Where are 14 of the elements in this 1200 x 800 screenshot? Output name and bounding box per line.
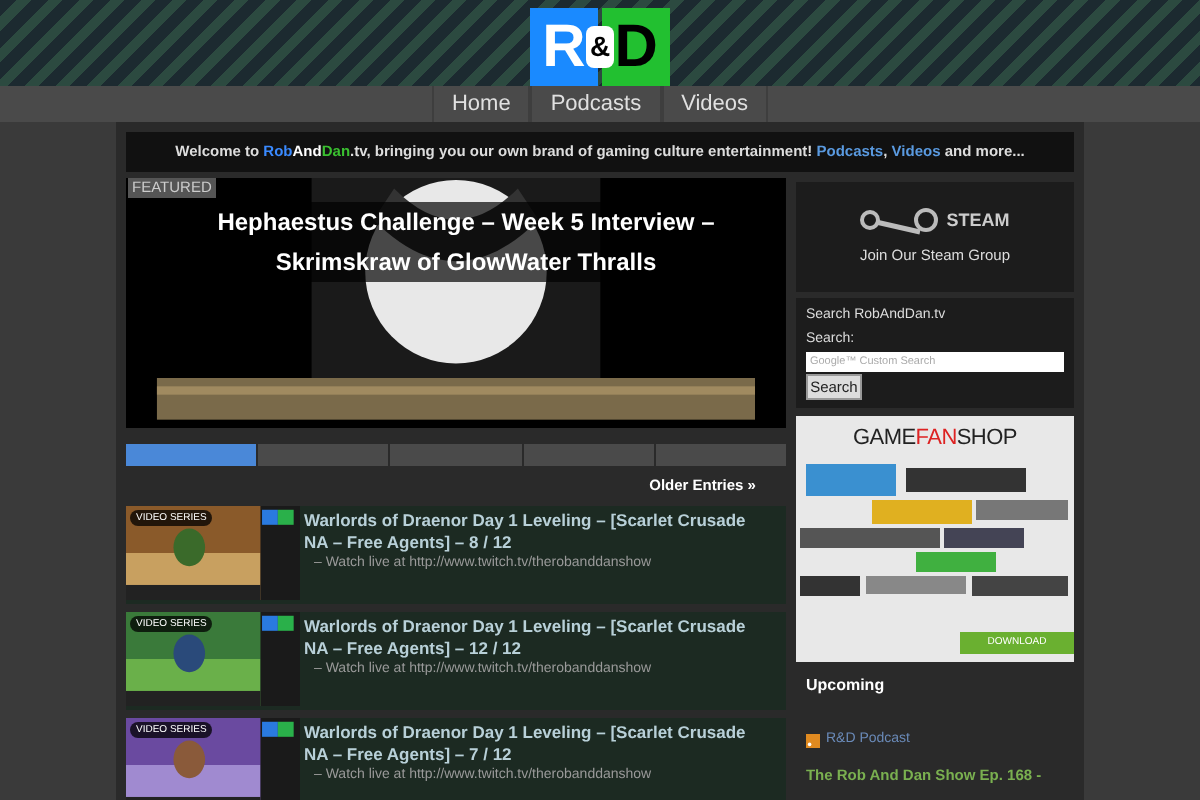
shop-title: GAMEFANSHOP <box>853 424 1017 454</box>
rss-icon <box>805 733 820 748</box>
steam-logo-icon <box>860 207 941 236</box>
slide-tab[interactable] <box>126 444 257 466</box>
slide-tab[interactable] <box>655 444 786 466</box>
steam-wordmark: STEAM <box>946 208 1010 235</box>
site-logo[interactable]: R&D <box>529 8 671 86</box>
upcoming-heading: Upcoming <box>805 674 887 698</box>
slide-tab[interactable] <box>258 444 389 466</box>
slide-tab[interactable] <box>523 444 654 466</box>
post-title[interactable]: Warlords of Draenor Day 1 Leveling – [Scarlet Crusade NA – Free Agents] – 8 / 12 <box>304 506 786 554</box>
post-title[interactable]: Warlords of Draenor Day 1 Leveling – [Scarlet Crusade NA – Free Agents] – 12 / 12 <box>304 612 786 660</box>
slide-tab[interactable] <box>390 444 522 466</box>
post-title[interactable]: Warlords of Draenor Day 1 Leveling – [Scarlet Crusade NA – Free Agents] – 7 / 12 <box>304 718 786 766</box>
